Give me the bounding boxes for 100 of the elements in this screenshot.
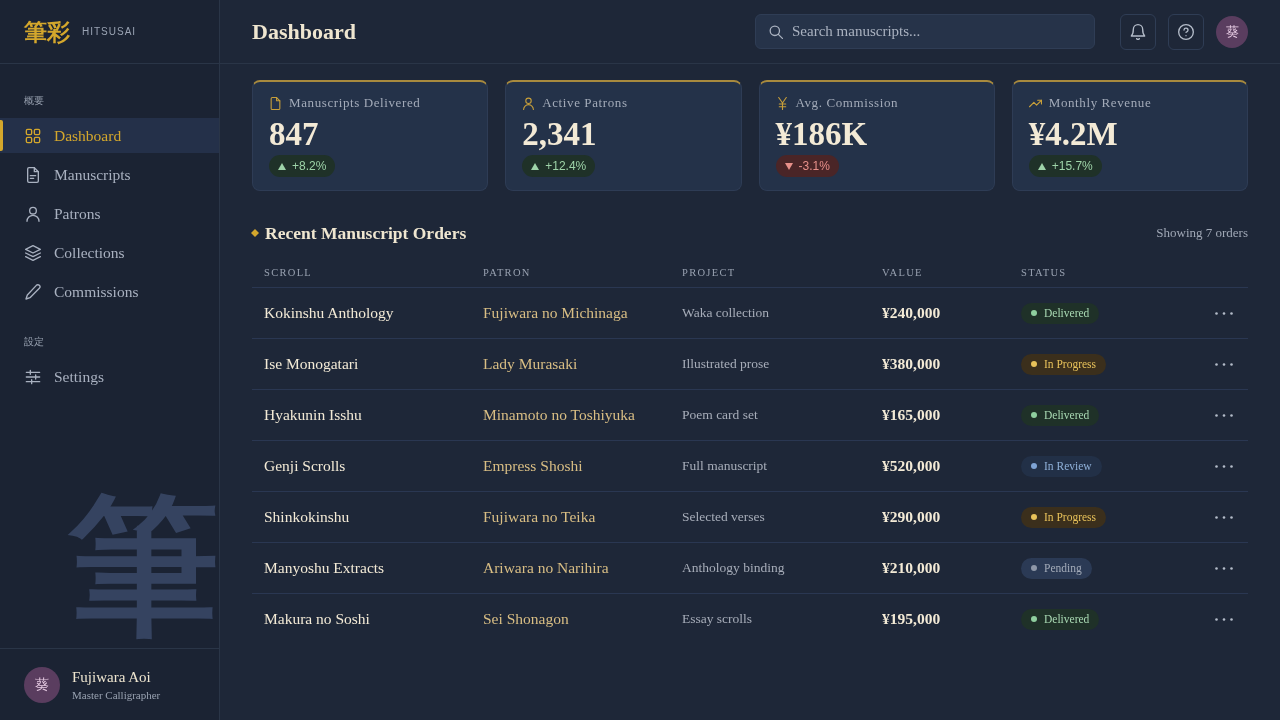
table-cell-text: Manyoshu Extracts: [263, 559, 386, 577]
status-label: Delivered: [1044, 307, 1090, 320]
table-cell-text: Fujiwara no Michinaga: [482, 304, 629, 322]
order-count: Showing 7 orders: [1156, 225, 1248, 241]
column-header: PROJECT: [681, 266, 737, 278]
nav-item[interactable]: Manuscripts: [0, 157, 219, 192]
status-label: In Review: [1044, 460, 1092, 473]
brand-name: HITSUSAI: [82, 26, 137, 37]
table-cell-text: ¥290,000: [881, 508, 942, 526]
more-icon: [1215, 515, 1233, 519]
help-button[interactable]: [1168, 13, 1204, 50]
column-header: PATRON: [482, 266, 532, 278]
status-dot-icon: [1031, 310, 1037, 317]
help-icon: [1178, 23, 1194, 40]
nav-item[interactable]: Commissions: [0, 274, 219, 309]
stat-value: ¥186K: [775, 115, 869, 153]
table-cell-text: Shinkokinshu: [263, 508, 351, 526]
more-icon: [1215, 617, 1233, 621]
status-dot-icon: [1031, 463, 1037, 470]
triangle-down-icon: [784, 162, 793, 170]
stat-label: Active Patrons: [542, 95, 628, 111]
nav-section-label: 概要: [23, 94, 45, 108]
nav-item[interactable]: Patrons: [0, 196, 219, 231]
table-cell-text: ¥380,000: [881, 355, 942, 373]
page-title: Dashboard: [252, 18, 357, 45]
section-title: Recent Manuscript Orders: [265, 222, 468, 244]
bell-icon: [1130, 23, 1146, 40]
notifications-button[interactable]: [1120, 13, 1156, 50]
table-cell-text: Sei Shonagon: [482, 610, 570, 628]
document-icon: [25, 166, 41, 183]
change-value: +15.7%: [1051, 159, 1093, 173]
user-role: Master Calligrapher: [72, 688, 161, 701]
nav-item[interactable]: Settings: [0, 359, 219, 394]
table-cell-text: ¥165,000: [881, 406, 942, 424]
table-cell-text: Empress Shoshi: [482, 457, 584, 475]
column-header: SCROLL: [263, 266, 314, 278]
status-dot-icon: [1031, 412, 1037, 419]
yen-icon: [775, 96, 789, 110]
user-name: Fujiwara Aoi: [72, 668, 152, 686]
more-icon: [1215, 413, 1233, 417]
diamond-icon: [251, 229, 259, 237]
column-header: STATUS: [1020, 266, 1068, 278]
pencil-icon: [25, 283, 41, 300]
document-icon: [269, 96, 282, 110]
column-header: VALUE: [881, 266, 924, 278]
status-label: Pending: [1044, 562, 1082, 575]
status-dot-icon: [1031, 565, 1037, 572]
more-icon: [1215, 464, 1233, 468]
logo-mark: 筆彩: [24, 20, 70, 43]
stat-value: ¥4.2M: [1028, 115, 1119, 153]
stat-label: Manuscripts Delivered: [289, 95, 421, 111]
table-cell-text: ¥240,000: [881, 304, 942, 322]
table-cell-text: Genji Scrolls: [263, 457, 347, 475]
status-dot-icon: [1031, 616, 1037, 623]
triangle-up-icon: [531, 162, 540, 170]
status-label: In Progress: [1044, 511, 1097, 524]
table-cell-text: Waka collection: [681, 305, 770, 321]
layers-icon: [25, 244, 41, 261]
table-cell-text: ¥195,000: [881, 610, 942, 628]
search-field[interactable]: Search manuscripts...: [755, 14, 1095, 49]
table-cell-text: Lady Murasaki: [482, 355, 579, 373]
person-icon: [522, 96, 536, 110]
status-label: Delivered: [1044, 613, 1090, 626]
user-avatar[interactable]: 葵: [1216, 15, 1248, 48]
table-cell-text: Essay scrolls: [681, 611, 754, 627]
table-cell-text: Minamoto no Toshiyuka: [482, 406, 636, 424]
status-dot-icon: [1031, 361, 1037, 368]
table-cell-text: ¥520,000: [881, 457, 942, 475]
more-icon: [1215, 566, 1233, 570]
table-cell-text: Anthology binding: [681, 560, 786, 576]
table-cell-text: Ariwara no Narihira: [482, 559, 610, 577]
table-cell-text: Makura no Soshi: [263, 610, 371, 628]
user-avatar: 葵: [24, 666, 60, 703]
table-cell-text: Illustrated prose: [681, 356, 771, 372]
person-icon: [25, 205, 41, 222]
nav-item[interactable]: Collections: [0, 235, 219, 270]
more-icon: [1215, 311, 1233, 315]
more-icon: [1215, 362, 1233, 366]
table-cell-text: Ise Monogatari: [263, 355, 360, 373]
stat-value: 847: [269, 115, 320, 153]
change-value: -3.1%: [798, 159, 830, 173]
table-cell-text: Poem card set: [681, 407, 759, 423]
triangle-up-icon: [1037, 162, 1046, 170]
table-cell-text: Hyakunin Isshu: [263, 406, 363, 424]
table-cell-text: Fujiwara no Teika: [482, 508, 597, 526]
triangle-up-icon: [278, 162, 286, 170]
sliders-icon: [25, 368, 41, 385]
table-cell-text: ¥210,000: [881, 559, 942, 577]
stat-label: Avg. Commission: [795, 95, 899, 111]
change-value: +8.2%: [292, 159, 327, 173]
status-dot-icon: [1031, 514, 1037, 521]
table-cell-text: Selected verses: [681, 509, 766, 525]
status-label: In Progress: [1044, 358, 1097, 371]
change-value: +12.4%: [545, 159, 587, 173]
stat-label: Monthly Revenue: [1048, 95, 1152, 111]
table-cell-text: Kokinshu Anthology: [263, 304, 395, 322]
table-cell-text: Full manuscript: [681, 458, 769, 474]
status-label: Delivered: [1044, 409, 1090, 422]
nav-item[interactable]: Dashboard: [0, 118, 219, 153]
search-icon: [769, 25, 783, 39]
